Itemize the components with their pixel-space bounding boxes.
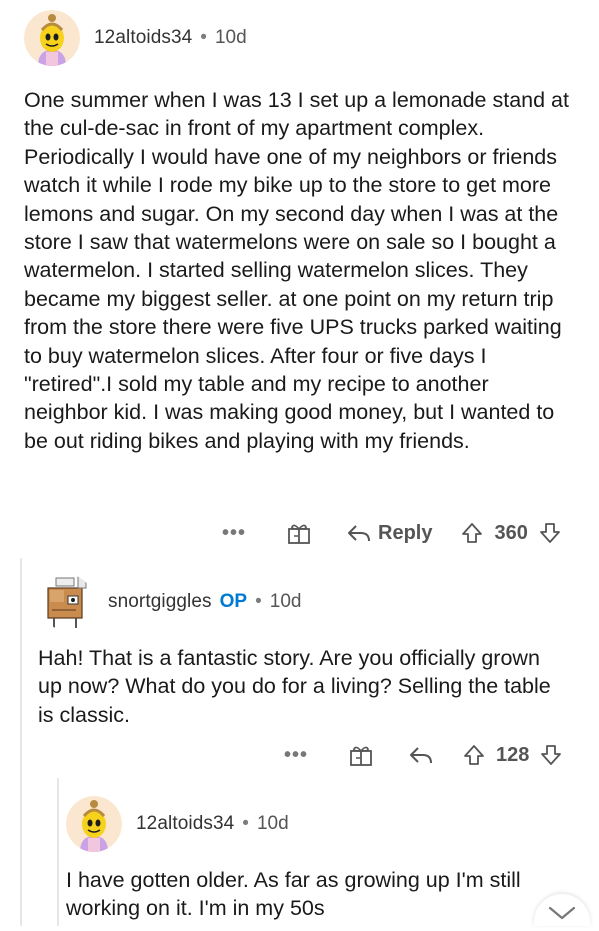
comment: snortgiggles OP • 10d Hah! That is a fan… [38, 574, 583, 729]
reply-button[interactable] [408, 744, 434, 766]
comment-age: 10d [256, 813, 289, 834]
comment-meta: 12altoids34 • 10d [66, 796, 576, 852]
vote-score: 128 [496, 743, 530, 766]
upvote-button[interactable] [460, 521, 484, 545]
avatar[interactable] [38, 574, 94, 630]
reply-arrow-icon [410, 747, 433, 764]
downvote-button[interactable] [539, 743, 563, 767]
upvote-button[interactable] [462, 743, 486, 767]
comment: 12altoids34 • 10d I have gotten older. A… [66, 796, 576, 923]
comment-meta: snortgiggles OP • 10d [38, 574, 583, 630]
comment-body: One summer when I was 13 I set up a lemo… [24, 88, 569, 453]
collapse-button[interactable] [534, 894, 590, 926]
comment-age: 10d [214, 27, 247, 48]
more-options-button[interactable]: ••• [284, 744, 308, 767]
comment-body: Hah! That is a fantastic story. Are you … [38, 646, 551, 727]
reply-button[interactable]: Reply [346, 522, 432, 545]
username[interactable]: 12altoids34 [136, 813, 234, 835]
award-button[interactable] [348, 742, 374, 768]
comment-body: I have gotten older. As far as growing u… [66, 868, 521, 921]
reply-arrow-icon [348, 525, 371, 542]
thread-line[interactable] [57, 778, 59, 926]
gift-icon [288, 524, 310, 544]
comment: 12altoids34 • 10d One summer when I was … [24, 10, 584, 455]
username[interactable]: 12altoids34 [94, 27, 192, 49]
vote-score: 360 [494, 521, 528, 544]
upvote-arrow-icon [464, 745, 484, 765]
downvote-arrow-icon [541, 745, 562, 765]
comment-meta: 12altoids34 • 10d [24, 10, 584, 66]
more-options-button[interactable]: ••• [222, 522, 246, 545]
op-badge: OP [219, 591, 248, 612]
separator-dot: • [200, 27, 207, 48]
downvote-arrow-icon [539, 523, 560, 543]
separator-dot: • [255, 591, 262, 612]
username[interactable]: snortgiggles [108, 591, 212, 613]
comment-actions: ••• 128 [284, 742, 563, 768]
avatar[interactable] [24, 10, 80, 66]
separator-dot: • [242, 813, 249, 834]
award-button[interactable] [286, 520, 312, 546]
chevron-down-icon [548, 906, 576, 920]
avatar[interactable] [66, 796, 122, 852]
gift-icon [350, 746, 372, 766]
upvote-arrow-icon [462, 523, 483, 543]
comment-age: 10d [269, 591, 302, 612]
comment-actions: ••• Reply 360 [222, 520, 562, 546]
downvote-button[interactable] [538, 521, 562, 545]
thread-line[interactable] [20, 558, 22, 926]
reply-label: Reply [378, 521, 433, 544]
